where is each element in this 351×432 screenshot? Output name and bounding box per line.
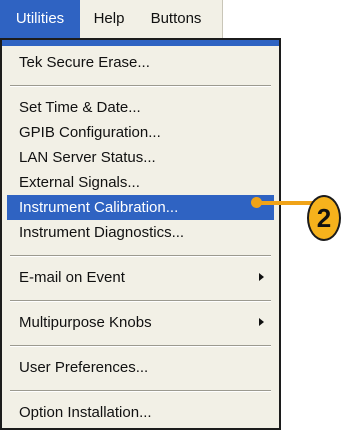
menu-bar: Utilities Help Buttons [0,0,223,38]
menu-item-label: Multipurpose Knobs [19,314,152,331]
menu-item-user-preferences[interactable]: User Preferences... [7,355,274,380]
menu-help[interactable]: Help [84,0,134,38]
callout-number-badge: 2 [307,195,341,241]
callout-dot [251,197,262,208]
menu-separator [10,390,271,392]
menu-item-tek-secure-erase[interactable]: Tek Secure Erase... [7,50,274,75]
menu-item-option-installation[interactable]: Option Installation... [7,400,274,425]
menu-item-instrument-diagnostics[interactable]: Instrument Diagnostics... [7,220,274,245]
submenu-arrow-icon [259,318,264,326]
menu-item-set-time-date[interactable]: Set Time & Date... [7,95,274,120]
utilities-dropdown-menu: Tek Secure Erase... Set Time & Date... G… [0,38,281,430]
menu-separator [10,85,271,87]
menu-buttons[interactable]: Buttons [138,0,214,38]
menu-item-multipurpose-knobs[interactable]: Multipurpose Knobs [7,310,274,335]
menu-utilities[interactable]: Utilities [0,0,80,38]
callout-leader-line [256,201,316,205]
menu-header-strip [2,40,279,46]
menu-item-email-on-event[interactable]: E-mail on Event [7,265,274,290]
menu-item-label: E-mail on Event [19,269,125,286]
menu-item-lan-server-status[interactable]: LAN Server Status... [7,145,274,170]
menu-separator [10,345,271,347]
menu-separator [10,255,271,257]
menu-item-external-signals[interactable]: External Signals... [7,170,274,195]
submenu-arrow-icon [259,273,264,281]
menu-separator [10,300,271,302]
menu-item-instrument-calibration[interactable]: Instrument Calibration... [7,195,274,220]
menu-item-gpib-configuration[interactable]: GPIB Configuration... [7,120,274,145]
